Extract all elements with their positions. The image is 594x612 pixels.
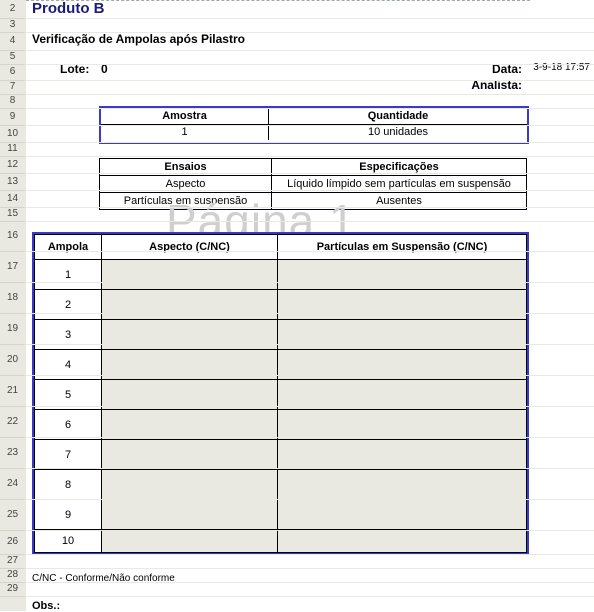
ampola-index: 10: [35, 530, 102, 553]
ampola-index: 7: [35, 440, 102, 470]
table-row: 10: [35, 530, 527, 553]
row-header[interactable]: 11: [0, 142, 25, 157]
table-row: 2: [35, 290, 527, 320]
ampola-index: 9: [35, 500, 102, 530]
row-header[interactable]: 4: [0, 32, 25, 51]
particulas-cell[interactable]: [278, 320, 527, 350]
row-header[interactable]: 13: [0, 173, 25, 191]
particulas-cell[interactable]: [278, 440, 527, 470]
row-header[interactable]: 19: [0, 313, 25, 345]
aspecto-cell[interactable]: [102, 260, 278, 290]
row-header[interactable]: 24: [0, 468, 25, 500]
particulas-cell[interactable]: [278, 290, 527, 320]
aspecto-cell[interactable]: [102, 440, 278, 470]
table-row: 5: [35, 380, 527, 410]
row-header-gutter: 2345678910111213141516171819202122232425…: [0, 0, 27, 611]
row-header[interactable]: 5: [0, 50, 25, 65]
col-header-aspecto: Aspecto (C/NC): [102, 235, 278, 260]
aspecto-cell[interactable]: [102, 320, 278, 350]
row-header[interactable]: 20: [0, 344, 25, 376]
row-header[interactable]: 6: [0, 64, 25, 81]
aspecto-cell[interactable]: [102, 410, 278, 440]
ampola-index: 2: [35, 290, 102, 320]
row-header[interactable]: 25: [0, 499, 25, 531]
ampola-results-table: Ampola Aspecto (C/NC) Partículas em Susp…: [32, 232, 529, 555]
amostra-value: 1: [101, 125, 269, 140]
row-header[interactable]: 26: [0, 530, 25, 555]
row-header[interactable]: 8: [0, 94, 25, 109]
row-header[interactable]: 27: [0, 554, 25, 569]
row-header[interactable]: 16: [0, 221, 25, 252]
worksheet-area[interactable]: Produto B Verificação de Ampolas após Pi…: [26, 0, 594, 611]
table-row: 3: [35, 320, 527, 350]
table-row: 9: [35, 500, 527, 530]
particulas-cell[interactable]: [278, 470, 527, 500]
row-header[interactable]: 12: [0, 156, 25, 174]
aspecto-cell[interactable]: [102, 380, 278, 410]
row-header[interactable]: 18: [0, 282, 25, 314]
row-header[interactable]: 17: [0, 251, 25, 283]
table-row: 1: [35, 260, 527, 290]
ampola-index: 6: [35, 410, 102, 440]
aspecto-cell[interactable]: [102, 500, 278, 530]
col-header-ampola: Ampola: [35, 235, 102, 260]
particulas-cell[interactable]: [278, 500, 527, 530]
particulas-cell[interactable]: [278, 410, 527, 440]
ampola-index: 3: [35, 320, 102, 350]
row-header[interactable]: 22: [0, 406, 25, 438]
particulas-cell[interactable]: [278, 530, 527, 553]
row-header[interactable]: 21: [0, 375, 25, 407]
sheet-subtitle: Verificação de Ampolas após Pilastro: [32, 32, 245, 46]
ensaios-especificacoes-box: Ensaios Especificações Aspecto Líquido l…: [99, 158, 527, 210]
row-header[interactable]: 14: [0, 190, 25, 208]
aspecto-cell[interactable]: [102, 530, 278, 553]
particulas-cell[interactable]: [278, 260, 527, 290]
row-header[interactable]: 9: [0, 108, 25, 126]
table-row: 7: [35, 440, 527, 470]
table-row: 6: [35, 410, 527, 440]
row-header[interactable]: 23: [0, 437, 25, 469]
ampola-index: 8: [35, 470, 102, 500]
ampola-index: 1: [35, 260, 102, 290]
row-header[interactable]: 3: [0, 18, 25, 33]
obs-label: Obs.:: [32, 600, 60, 612]
row-header[interactable]: 7: [0, 80, 25, 95]
row-header[interactable]: 28: [0, 568, 25, 583]
amostra-header: Amostra: [101, 108, 269, 125]
aspecto-cell[interactable]: [102, 290, 278, 320]
particulas-cell[interactable]: [278, 380, 527, 410]
ampola-index: 5: [35, 380, 102, 410]
row-header[interactable]: 2: [0, 0, 25, 19]
row-header[interactable]: 29: [0, 582, 25, 597]
table-row: 8: [35, 470, 527, 500]
row-header[interactable]: 15: [0, 207, 25, 222]
col-header-particulas: Partículas em Suspensão (C/NC): [278, 235, 527, 260]
row-header[interactable]: 10: [0, 125, 25, 143]
quantidade-value: 10 unidades: [269, 125, 527, 140]
product-title: Produto B: [32, 0, 105, 17]
quantidade-header: Quantidade: [269, 108, 527, 125]
aspecto-cell[interactable]: [102, 470, 278, 500]
